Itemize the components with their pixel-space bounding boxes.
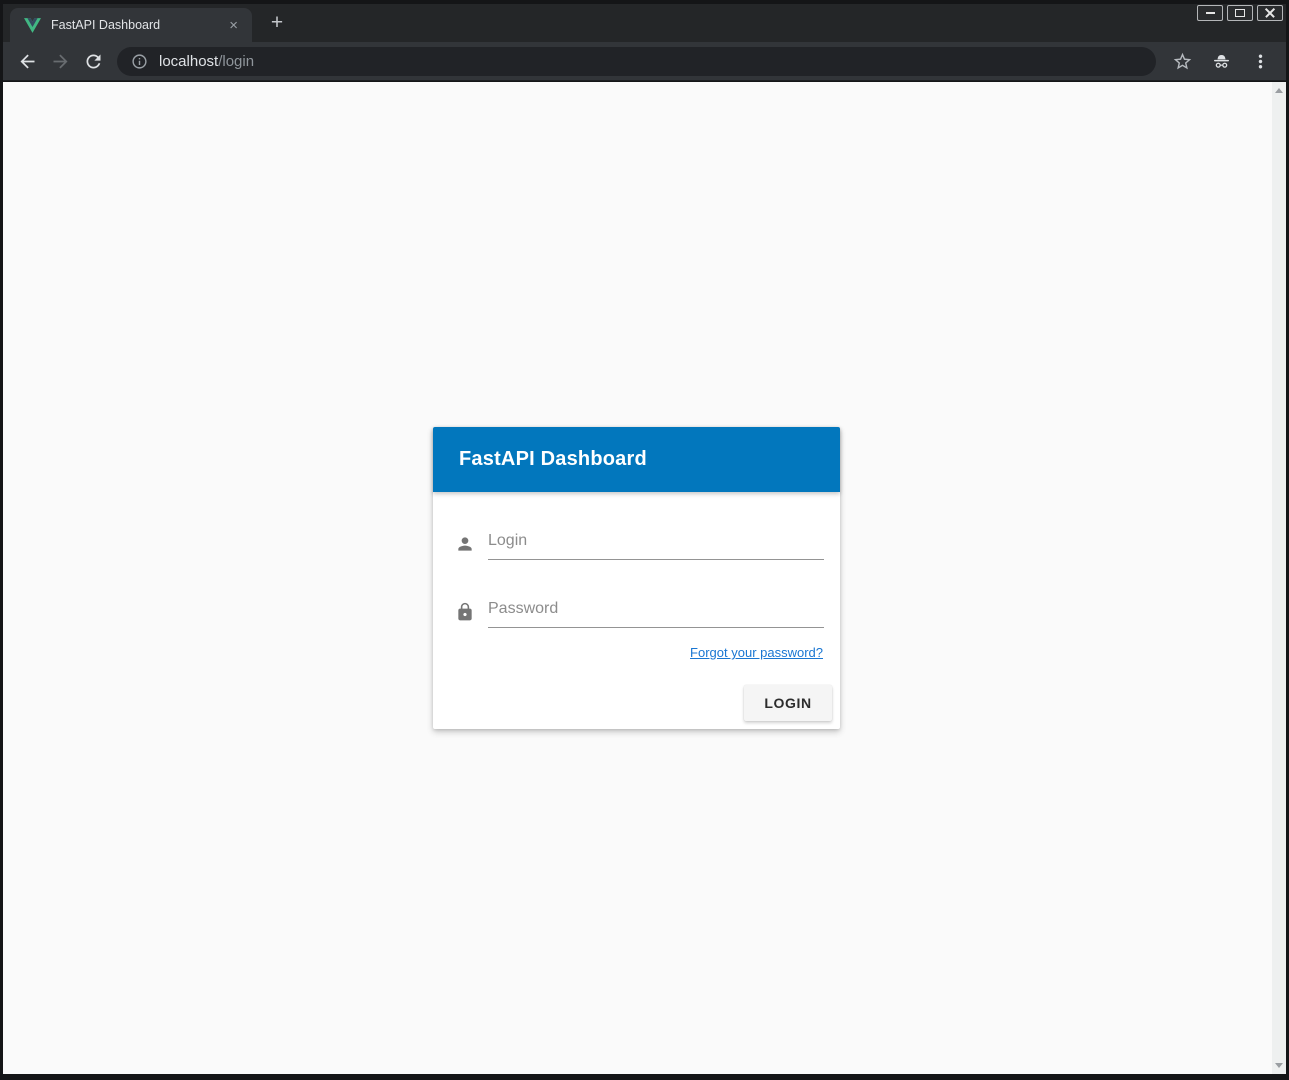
login-input[interactable] bbox=[488, 528, 824, 560]
password-input[interactable] bbox=[488, 596, 824, 628]
person-icon bbox=[455, 534, 475, 554]
new-tab-button[interactable]: + bbox=[263, 9, 291, 37]
lock-icon bbox=[455, 602, 475, 622]
window-controls bbox=[1197, 5, 1283, 21]
login-card-actions: LOGIN bbox=[433, 660, 840, 721]
maximize-button[interactable] bbox=[1227, 5, 1253, 21]
maximize-icon bbox=[1235, 9, 1245, 17]
browser-toolbar: localhost/login bbox=[3, 42, 1286, 81]
back-button[interactable] bbox=[15, 49, 39, 73]
login-field-row bbox=[455, 528, 824, 560]
login-card-title: FastAPI Dashboard bbox=[459, 448, 647, 471]
tab-close-icon[interactable]: × bbox=[225, 16, 242, 35]
login-card-body: Forgot your password? LOGIN bbox=[433, 528, 840, 729]
close-icon bbox=[1265, 8, 1275, 18]
address-bar[interactable]: localhost/login bbox=[117, 47, 1156, 76]
password-field-row bbox=[455, 596, 824, 628]
minimize-button[interactable] bbox=[1197, 5, 1223, 21]
vue-logo-icon bbox=[24, 17, 41, 34]
login-card: FastAPI Dashboard Forgot your password? bbox=[433, 427, 840, 729]
scrollbar-up-arrow-icon[interactable] bbox=[1275, 88, 1283, 93]
forward-button[interactable] bbox=[48, 49, 72, 73]
site-info-icon[interactable] bbox=[131, 53, 148, 70]
login-button[interactable]: LOGIN bbox=[744, 685, 832, 721]
browser-menu-icon[interactable] bbox=[1248, 49, 1272, 73]
reload-button[interactable] bbox=[81, 49, 105, 73]
url-host: localhost bbox=[159, 53, 218, 70]
forgot-password-row: Forgot your password? bbox=[433, 645, 823, 660]
page-scrollbar[interactable] bbox=[1272, 82, 1286, 1074]
close-button[interactable] bbox=[1257, 5, 1283, 21]
toolbar-right-icons bbox=[1170, 49, 1276, 73]
incognito-icon[interactable] bbox=[1209, 49, 1233, 73]
tab-title: FastAPI Dashboard bbox=[51, 18, 225, 32]
titlebar: FastAPI Dashboard × + bbox=[3, 4, 1286, 42]
url-path: /login bbox=[218, 53, 254, 70]
forgot-password-link[interactable]: Forgot your password? bbox=[690, 645, 823, 660]
browser-tab[interactable]: FastAPI Dashboard × bbox=[10, 8, 252, 42]
minimize-icon bbox=[1206, 12, 1215, 14]
bookmark-star-icon[interactable] bbox=[1170, 49, 1194, 73]
login-card-header: FastAPI Dashboard bbox=[433, 427, 840, 492]
url-text: localhost/login bbox=[159, 53, 254, 70]
page-content: FastAPI Dashboard Forgot your password? bbox=[3, 82, 1286, 1074]
scrollbar-down-arrow-icon[interactable] bbox=[1275, 1063, 1283, 1068]
